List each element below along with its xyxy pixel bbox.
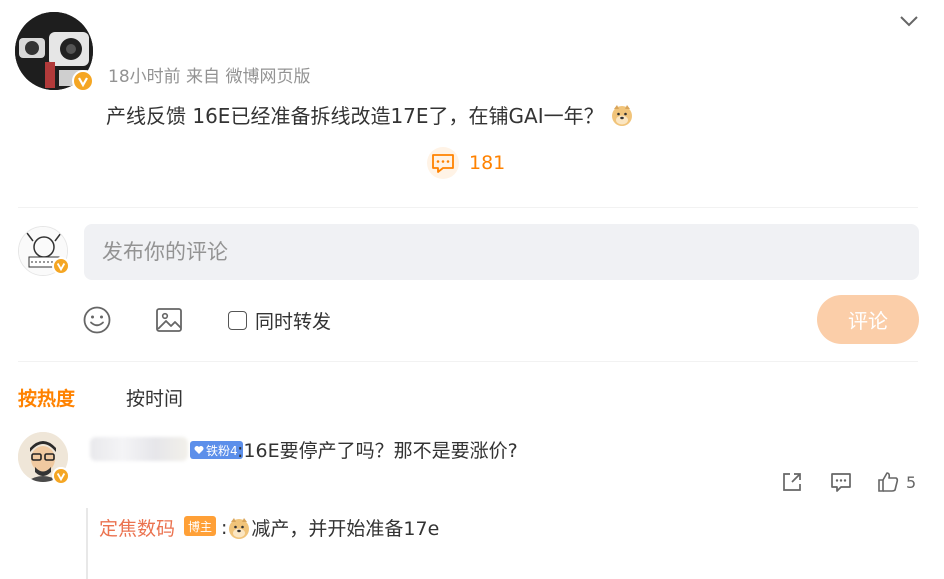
reply-thread-line	[86, 508, 88, 579]
fan-badge-label: 铁粉4	[206, 443, 238, 458]
host-badge: 博主	[184, 516, 217, 536]
post-body: 产线反馈 16E已经准备拆线改造17E了，在铺GAI一年？	[106, 104, 604, 128]
chevron-down-icon[interactable]	[898, 10, 920, 32]
like-count: 5	[906, 472, 917, 492]
verified-badge-icon	[52, 467, 70, 485]
share-icon[interactable]	[780, 470, 804, 494]
comment-action[interactable]: 181	[427, 147, 505, 179]
fan-badge: 铁粉4	[190, 441, 243, 459]
comment-count: 181	[469, 152, 506, 174]
verified-badge-icon	[52, 257, 70, 275]
reply-text: : 减产，并开始准备17e	[221, 514, 439, 541]
divider	[18, 361, 918, 362]
comment-text: :16E要停产了吗？那不是要涨价?	[237, 440, 518, 462]
submit-comment-button[interactable]: 评论	[817, 295, 919, 344]
reply-body: 减产，并开始准备17e	[251, 518, 440, 540]
repost-checkbox[interactable]	[228, 311, 247, 330]
comment-icon	[427, 147, 459, 179]
divider	[18, 207, 918, 208]
comment-input[interactable]	[84, 224, 919, 280]
tab-sort-time[interactable]: 按时间	[126, 384, 183, 411]
heart-icon	[194, 446, 204, 454]
like-action[interactable]: 5	[876, 470, 916, 494]
verified-badge-icon	[72, 70, 94, 92]
post-meta: 18小时前 来自 微博网页版	[108, 67, 311, 87]
doge-emoji	[611, 104, 632, 126]
tab-sort-hot[interactable]: 按热度	[18, 384, 75, 411]
post-text: 产线反馈 16E已经准备拆线改造17E了，在铺GAI一年？	[106, 100, 634, 129]
image-icon[interactable]	[154, 305, 184, 335]
comment-icon[interactable]	[829, 470, 853, 494]
repost-label: 同时转发	[255, 311, 332, 333]
doge-emoji	[229, 517, 250, 539]
repost-toggle[interactable]: 同时转发	[228, 307, 331, 334]
emoji-icon[interactable]	[82, 305, 112, 335]
commenter-name-blurred[interactable]	[90, 437, 188, 461]
like-icon	[878, 472, 899, 492]
reply-author[interactable]: 定焦数码	[99, 514, 175, 541]
